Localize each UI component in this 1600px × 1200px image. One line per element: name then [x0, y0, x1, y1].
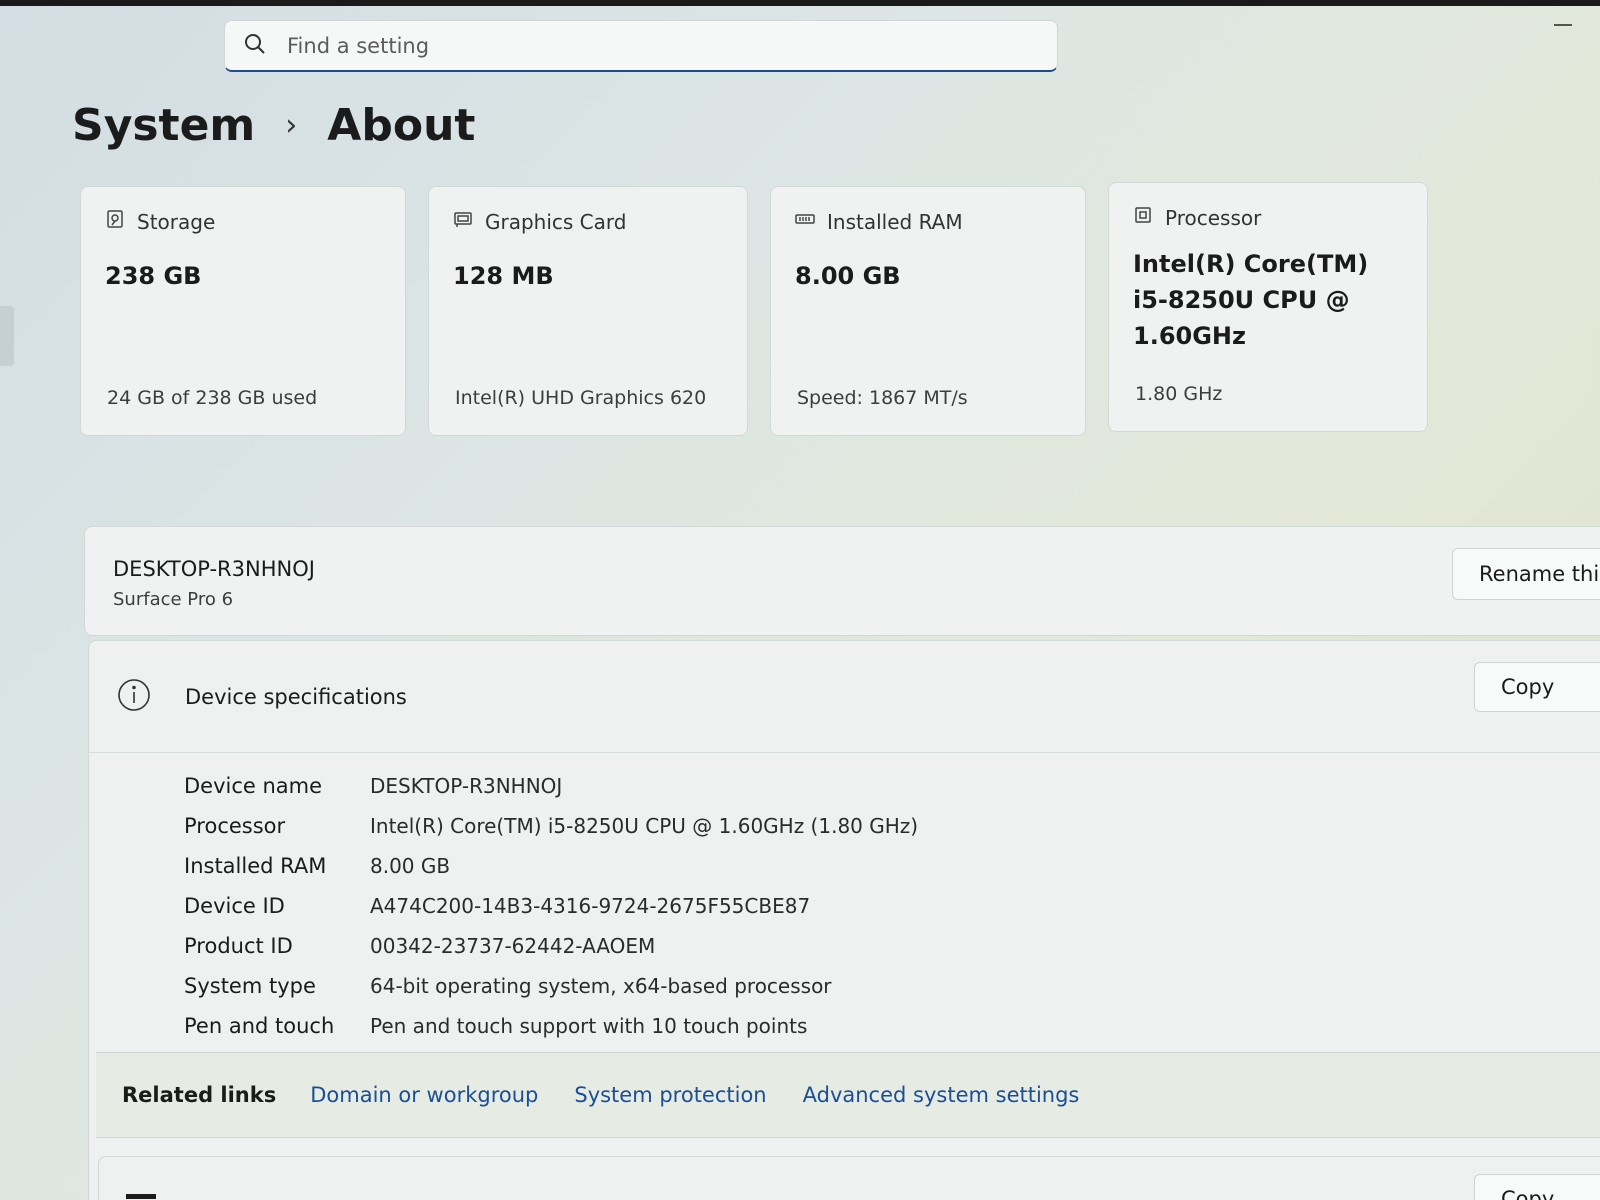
processor-value: Intel(R) Core(TM) i5-8250U CPU @ 1.60GHz [1133, 250, 1369, 350]
spec-value: Intel(R) Core(TM) i5-8250U CPU @ 1.60GHz… [370, 814, 919, 838]
spec-row: Product ID 00342-23737-62442-AAOEM [184, 926, 918, 966]
card-title: Processor [1165, 205, 1262, 230]
card-title: Installed RAM [827, 209, 963, 234]
window-top-edge [0, 0, 1600, 6]
card-title: Storage [137, 209, 216, 234]
graphics-card-card[interactable]: Graphics Card 128 MB Intel(R) UHD Graphi… [428, 186, 748, 436]
search-input[interactable] [287, 33, 987, 58]
graphics-card-name: Intel(R) UHD Graphics 620 [455, 387, 707, 409]
minimize-button[interactable] [1554, 24, 1572, 26]
spec-value: 64-bit operating system, x64-based proce… [370, 974, 832, 998]
spec-value: 8.00 GB [370, 854, 451, 878]
info-icon [117, 678, 151, 716]
device-name-row: DESKTOP-R3NHNOJ Surface Pro 6 [84, 526, 1600, 636]
processor-speed: 1.80 GHz [1135, 383, 1223, 405]
copy-specs-button[interactable]: Copy [1474, 662, 1600, 712]
device-model: Surface Pro 6 [113, 589, 234, 610]
graphics-card-icon [453, 209, 473, 234]
ram-speed: Speed: 1867 MT/s [797, 387, 968, 409]
link-advanced-system-settings[interactable]: Advanced system settings [803, 1083, 1080, 1107]
ram-value: 8.00 GB [795, 262, 901, 290]
spec-value: Pen and touch support with 10 touch poin… [370, 1014, 808, 1038]
nav-pane-edge [0, 306, 14, 366]
card-title: Graphics Card [485, 209, 627, 234]
spec-label: Product ID [184, 934, 293, 958]
spec-label: Pen and touch [184, 1014, 335, 1038]
spec-label: Device name [184, 774, 323, 798]
device-specifications-header[interactable]: Device specifications [89, 641, 1600, 753]
spec-row: Device name DESKTOP-R3NHNOJ [184, 766, 918, 806]
storage-value: 238 GB [105, 262, 202, 290]
spec-row: Installed RAM 8.00 GB [184, 846, 918, 886]
spec-label: Device ID [184, 894, 285, 918]
page-title: About [327, 100, 476, 151]
search-box[interactable] [224, 20, 1058, 72]
rename-pc-button[interactable]: Rename this [1452, 548, 1600, 600]
spec-row: Processor Intel(R) Core(TM) i5-8250U CPU… [184, 806, 918, 846]
storage-card[interactable]: Storage 238 GB 24 GB of 238 GB used [80, 186, 406, 436]
processor-card[interactable]: Processor Intel(R) Core(TM) i5-8250U CPU… [1108, 182, 1428, 432]
spec-row: Pen and touch Pen and touch support with… [184, 1006, 918, 1046]
link-system-protection[interactable]: System protection [574, 1083, 766, 1107]
spec-label: Installed RAM [184, 854, 327, 878]
windows-icon [126, 1194, 156, 1199]
storage-icon [105, 209, 125, 234]
spec-row: Device ID A474C200-14B3-4316-9724-2675F5… [184, 886, 918, 926]
graphics-memory-value: 128 MB [453, 262, 554, 290]
processor-icon [1133, 205, 1153, 230]
spec-label: System type [184, 974, 316, 998]
spec-value: 00342-23737-62442-AAOEM [370, 934, 656, 958]
chevron-right-icon: › [285, 108, 298, 143]
spec-label: Processor [184, 814, 286, 838]
device-specifications-title: Device specifications [185, 684, 407, 709]
spec-value: A474C200-14B3-4316-9724-2675F55CBE87 [370, 894, 811, 918]
link-domain-or-workgroup[interactable]: Domain or workgroup [310, 1083, 538, 1107]
specs-list: Device name DESKTOP-R3NHNOJ Processor In… [184, 766, 918, 1046]
breadcrumb: System › About [72, 100, 475, 151]
device-name: DESKTOP-R3NHNOJ [113, 557, 315, 581]
search-icon [243, 32, 267, 60]
copy-windows-specs-button[interactable]: Copy [1474, 1174, 1600, 1200]
windows-specifications-panel [98, 1156, 1600, 1200]
spec-row: System type 64-bit operating system, x64… [184, 966, 918, 1006]
related-links-bar: Related links Domain or workgroup System… [96, 1052, 1600, 1138]
spec-value: DESKTOP-R3NHNOJ [370, 774, 563, 798]
installed-ram-card[interactable]: Installed RAM 8.00 GB Speed: 1867 MT/s [770, 186, 1086, 436]
ram-icon [795, 209, 815, 234]
breadcrumb-parent[interactable]: System [72, 100, 255, 151]
storage-used: 24 GB of 238 GB used [107, 387, 318, 409]
related-links-label: Related links [122, 1083, 277, 1107]
